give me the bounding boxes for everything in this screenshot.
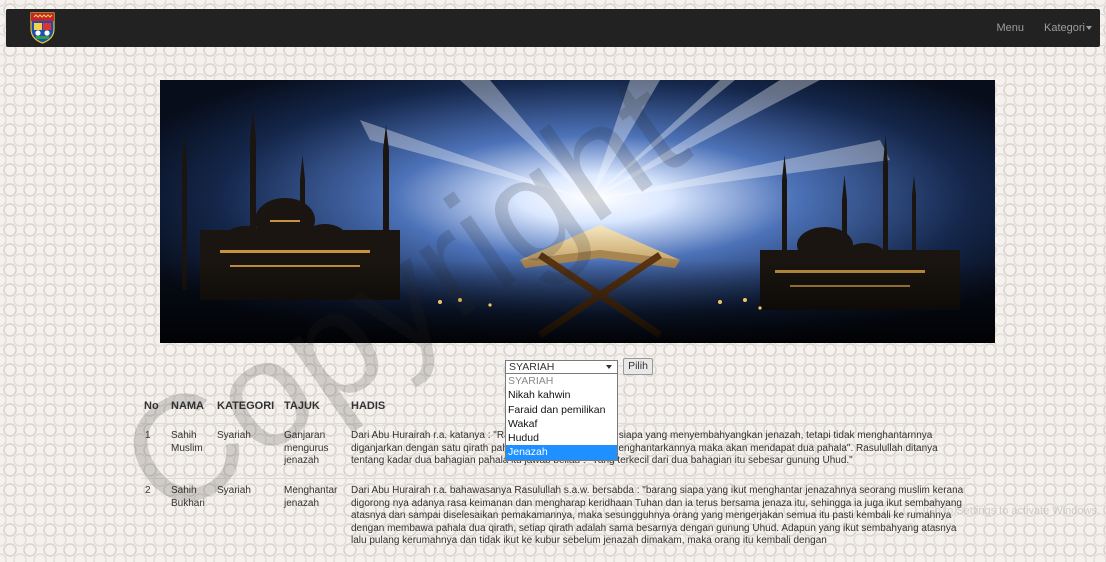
cell-tajuk: Menghantar jenazah bbox=[284, 485, 338, 509]
dropdown-option[interactable]: Faraid dan pemilikan bbox=[506, 403, 617, 417]
chevron-down-icon bbox=[606, 365, 612, 369]
dropdown-option[interactable]: Nikah kahwin bbox=[506, 388, 617, 402]
kategori-select[interactable]: SYARIAH bbox=[505, 360, 618, 374]
cell-hadis: Dari Abu Hurairah r.a. katanya : "Rasulu… bbox=[351, 430, 938, 466]
windows-activation-text: Go to Settings to activate Windows. bbox=[926, 505, 1100, 517]
kategori-dropdown-list: SYARIAH Nikah kahwin Faraid dan pemilika… bbox=[505, 373, 618, 461]
dropdown-option[interactable]: Hudud bbox=[506, 431, 617, 445]
kategori-select-value: SYARIAH bbox=[509, 361, 555, 373]
navbar: Menu Kategori bbox=[6, 9, 1100, 47]
nav-kategori-label: Kategori bbox=[1044, 22, 1085, 34]
pilih-button[interactable]: Pilih bbox=[623, 358, 653, 375]
kategori-filter: SYARIAH SYARIAH Nikah kahwin Faraid dan … bbox=[505, 360, 618, 461]
nav-menu-link[interactable]: Menu bbox=[996, 22, 1024, 34]
nav-kategori-dropdown[interactable]: Kategori bbox=[1044, 22, 1092, 34]
caret-down-icon bbox=[1086, 26, 1092, 31]
dropdown-option-highlighted[interactable]: Jenazah bbox=[506, 445, 617, 460]
dropdown-option[interactable]: SYARIAH bbox=[506, 374, 617, 388]
dropdown-option[interactable]: Wakaf bbox=[506, 417, 617, 431]
logo-crest-icon[interactable] bbox=[28, 11, 57, 44]
nav-links: Menu Kategori bbox=[976, 9, 1092, 47]
cell-hadis: Dari Abu Hurairah r.a. bahawasanya Rasul… bbox=[351, 485, 964, 546]
